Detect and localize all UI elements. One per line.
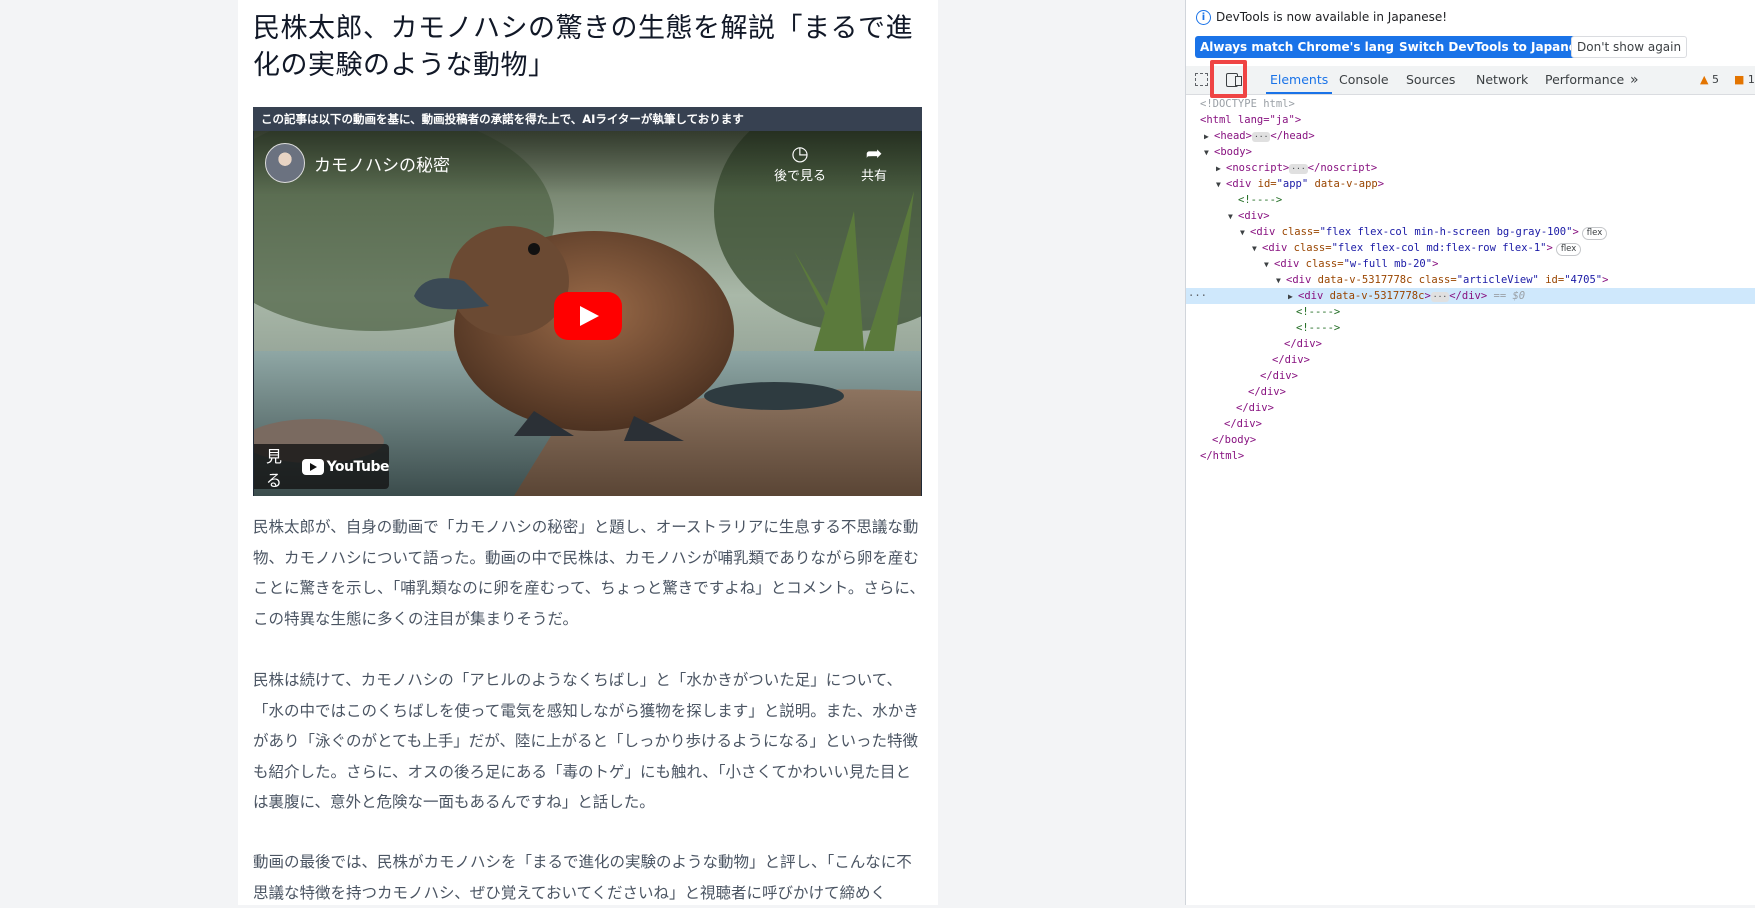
article-column: 民株太郎、カモノハシの驚きの生態を解説「まるで進化の実験のような動物」 この記事… <box>238 0 938 905</box>
dom-node[interactable]: ▶ <noscript> ··· </noscript> <box>1186 160 1755 176</box>
clock-icon: ◷ <box>791 141 809 165</box>
expand-arrow-icon[interactable]: ▶ <box>1204 129 1214 145</box>
device-toggle-highlight <box>1210 60 1247 98</box>
issues-badge[interactable]: ■ 1 <box>1734 66 1755 94</box>
selected-dom-node[interactable]: ··· ▶ <div data-v-5317778c> ··· </div> == $0 <box>1186 288 1755 304</box>
dom-node[interactable]: </div> <box>1186 384 1755 400</box>
video-embed: この記事は以下の動画を基に、動画投稿者の承諾を得た上で、AIライターが執筆してお… <box>253 107 922 496</box>
dom-node[interactable]: </html> <box>1186 448 1755 464</box>
flex-badge[interactable]: flex <box>1581 227 1608 240</box>
collapse-arrow-icon[interactable]: ▼ <box>1252 241 1262 257</box>
switch-to-japanese-button[interactable]: Switch DevTools to Japanese <box>1394 36 1598 58</box>
more-options-icon[interactable]: ··· <box>1188 288 1207 304</box>
info-icon: i <box>1196 10 1211 25</box>
issues-count: 1 <box>1747 73 1755 86</box>
more-tabs-chevron-icon[interactable]: » <box>1630 66 1639 94</box>
tab-network[interactable]: Network <box>1476 66 1528 94</box>
dom-node[interactable]: </div> <box>1186 416 1755 432</box>
devtools-panel: i DevTools is now available in Japanese!… <box>1185 0 1755 905</box>
dom-node[interactable]: ▶ <head> ··· </head> <box>1186 128 1755 144</box>
expand-arrow-icon[interactable]: ▶ <box>1288 289 1298 305</box>
watch-later-button[interactable]: ◷ 後で見る <box>774 141 826 184</box>
youtube-label: YouTube <box>326 458 390 475</box>
language-infobar: i DevTools is now available in Japanese!… <box>1186 0 1755 66</box>
video-title[interactable]: カモノハシの秘密 <box>314 151 450 176</box>
tab-performance[interactable]: Performance <box>1545 66 1624 94</box>
warnings-count: 5 <box>1711 73 1719 86</box>
ai-notice-bar: この記事は以下の動画を基に、動画投稿者の承諾を得た上で、AIライターが執筆してお… <box>253 107 922 131</box>
issue-icon: ■ <box>1734 73 1745 86</box>
collapse-arrow-icon[interactable]: ▼ <box>1276 273 1286 289</box>
collapse-arrow-icon[interactable]: ▼ <box>1264 257 1274 273</box>
youtube-logo-icon: YouTube <box>301 458 390 475</box>
watch-later-label: 後で見る <box>774 169 827 184</box>
video-player[interactable]: カモノハシの秘密 ◷ 後で見る ➦ 共有 見る YouTube <box>254 131 921 496</box>
infobar-message: DevTools is now available in Japanese! <box>1216 10 1448 24</box>
watch-on-youtube-button[interactable]: 見る YouTube <box>254 444 390 490</box>
article-paragraph: 動画の最後では、民株がカモノハシを「まるで進化の実験のような動物」と評し、「こん… <box>253 853 912 902</box>
devtools-tabbar: Elements Console Sources Network Perform… <box>1186 66 1755 95</box>
watch-label: 見る <box>266 446 283 490</box>
collapse-arrow-icon[interactable]: ▼ <box>1216 177 1226 193</box>
dom-node[interactable]: ▼ <div id="app" data-v-app> <box>1186 176 1755 192</box>
dom-node[interactable]: ▼ <div data-v-5317778c class="articleView… <box>1186 272 1755 288</box>
inspect-icon[interactable] <box>1195 73 1208 86</box>
dom-node[interactable]: ▼ <div class="flex flex-col min-h-screen … <box>1186 224 1755 240</box>
dom-node[interactable]: <html lang="ja"> <box>1186 112 1755 128</box>
dom-node[interactable]: </div> <box>1186 336 1755 352</box>
flex-badge[interactable]: flex <box>1555 243 1582 256</box>
share-button[interactable]: ➦ 共有 <box>861 141 887 184</box>
tab-elements[interactable]: Elements <box>1266 66 1333 94</box>
channel-avatar[interactable] <box>265 143 305 183</box>
dom-node[interactable]: ▼ <div class="flex flex-col md:flex-row f… <box>1186 240 1755 256</box>
dom-node[interactable]: </body> <box>1186 432 1755 448</box>
dom-node[interactable]: <!----> <box>1186 304 1755 320</box>
tab-console[interactable]: Console <box>1339 66 1389 94</box>
dom-node[interactable]: ▼ <div class="w-full mb-20"> <box>1186 256 1755 272</box>
tab-sources[interactable]: Sources <box>1406 66 1455 94</box>
article-title: 民株太郎、カモノハシの驚きの生態を解説「まるで進化の実験のような動物」 <box>253 13 913 81</box>
dom-node[interactable]: </div> <box>1186 368 1755 384</box>
dom-node[interactable]: </div> <box>1186 400 1755 416</box>
warnings-badge[interactable]: ▲ 5 <box>1700 66 1719 94</box>
collapse-arrow-icon[interactable]: ▼ <box>1204 145 1214 161</box>
dom-node[interactable]: <!----> <box>1186 192 1755 208</box>
dom-node[interactable]: <!----> <box>1186 320 1755 336</box>
dom-node[interactable]: ▼ <div> <box>1186 208 1755 224</box>
dom-node[interactable]: </div> <box>1186 352 1755 368</box>
collapse-arrow-icon[interactable]: ▼ <box>1228 209 1238 225</box>
play-button[interactable] <box>554 292 622 340</box>
expand-arrow-icon[interactable]: ▶ <box>1216 161 1226 177</box>
share-icon: ➦ <box>865 141 883 165</box>
article-paragraph: 民株は続けて、カモノハシの「アヒルのようなくちばし」と「水かきがついた足」につい… <box>253 671 919 811</box>
article-paragraph: 民株太郎が、自身の動画で「カモノハシの秘密」と題し、オーストラリアに生息する不思… <box>253 518 925 628</box>
dom-node[interactable]: <!DOCTYPE html> <box>1186 96 1755 112</box>
warning-icon: ▲ <box>1700 73 1709 86</box>
dont-show-again-button[interactable]: Don't show again <box>1571 36 1688 58</box>
collapse-arrow-icon[interactable]: ▼ <box>1240 225 1250 241</box>
dom-node[interactable]: ▼ <body> <box>1186 144 1755 160</box>
share-label: 共有 <box>861 169 888 184</box>
dom-tree: <!DOCTYPE html> <html lang="ja"> ▶ <head>… <box>1186 96 1755 464</box>
